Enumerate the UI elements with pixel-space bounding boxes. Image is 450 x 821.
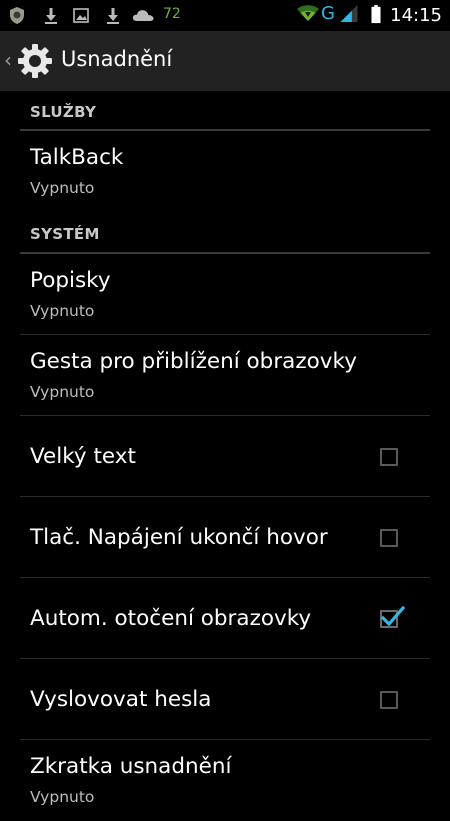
setting-summary: Vypnuto bbox=[30, 788, 95, 806]
battery-icon bbox=[371, 5, 381, 24]
setting-summary: Vypnuto bbox=[30, 383, 95, 401]
setting-talkback[interactable]: TalkBack Vypnuto bbox=[20, 131, 430, 212]
large-text-checkbox[interactable] bbox=[380, 448, 398, 466]
download-icon bbox=[107, 8, 119, 24]
setting-summary: Vypnuto bbox=[30, 179, 95, 197]
setting-power-button-ends-call[interactable]: Tlač. Napájení ukončí hovor bbox=[20, 497, 430, 578]
page-title: Usnadnění bbox=[61, 47, 173, 71]
section-header-label: SYSTÉM bbox=[30, 225, 100, 243]
setting-magnification-gestures[interactable]: Gesta pro přiblížení obrazovky Vypnuto bbox=[20, 335, 430, 416]
download-icon bbox=[45, 8, 57, 24]
section-header-services: SLUŽBY bbox=[20, 91, 430, 131]
status-bar: 72 G 14:15 bbox=[0, 0, 450, 31]
setting-title: Popisky bbox=[30, 268, 111, 293]
setting-speak-passwords[interactable]: Vyslovovat hesla bbox=[20, 659, 430, 740]
wifi-icon bbox=[297, 5, 319, 21]
setting-title: Zkratka usnadnění bbox=[30, 754, 232, 779]
up-caret-icon[interactable]: ‹ bbox=[4, 48, 12, 72]
setting-title: Vyslovovat hesla bbox=[30, 687, 212, 712]
image-icon bbox=[73, 8, 89, 23]
setting-title: TalkBack bbox=[30, 145, 124, 170]
network-type: G bbox=[321, 3, 335, 24]
section-header-system: SYSTÉM bbox=[20, 212, 430, 254]
setting-title: Tlač. Napájení ukončí hovor bbox=[30, 525, 328, 550]
setting-summary: Vypnuto bbox=[30, 302, 95, 320]
setting-title: Velký text bbox=[30, 444, 136, 469]
checkmark-icon bbox=[380, 605, 406, 627]
cloud-icon bbox=[132, 10, 154, 21]
speak-passwords-checkbox[interactable] bbox=[380, 691, 398, 709]
battery-percent: 72 bbox=[163, 6, 181, 22]
power-button-ends-call-checkbox[interactable] bbox=[380, 529, 398, 547]
setting-accessibility-shortcut[interactable]: Zkratka usnadnění Vypnuto bbox=[20, 740, 430, 821]
setting-captions[interactable]: Popisky Vypnuto bbox=[20, 254, 430, 335]
clock: 14:15 bbox=[390, 5, 442, 26]
setting-auto-rotate-screen[interactable]: Autom. otočení obrazovky bbox=[20, 578, 430, 659]
shield-icon bbox=[10, 7, 24, 24]
setting-large-text[interactable]: Velký text bbox=[20, 416, 430, 497]
settings-gear-icon[interactable] bbox=[16, 42, 54, 80]
signal-icon bbox=[340, 4, 358, 23]
action-bar: ‹ Usnadnění bbox=[0, 31, 450, 91]
auto-rotate-checkbox[interactable] bbox=[380, 605, 406, 628]
settings-list: SLUŽBY TalkBack Vypnuto SYSTÉM Popisky V… bbox=[0, 91, 450, 821]
section-header-label: SLUŽBY bbox=[30, 103, 97, 121]
setting-title: Autom. otočení obrazovky bbox=[30, 606, 312, 631]
setting-title: Gesta pro přiblížení obrazovky bbox=[30, 349, 357, 374]
